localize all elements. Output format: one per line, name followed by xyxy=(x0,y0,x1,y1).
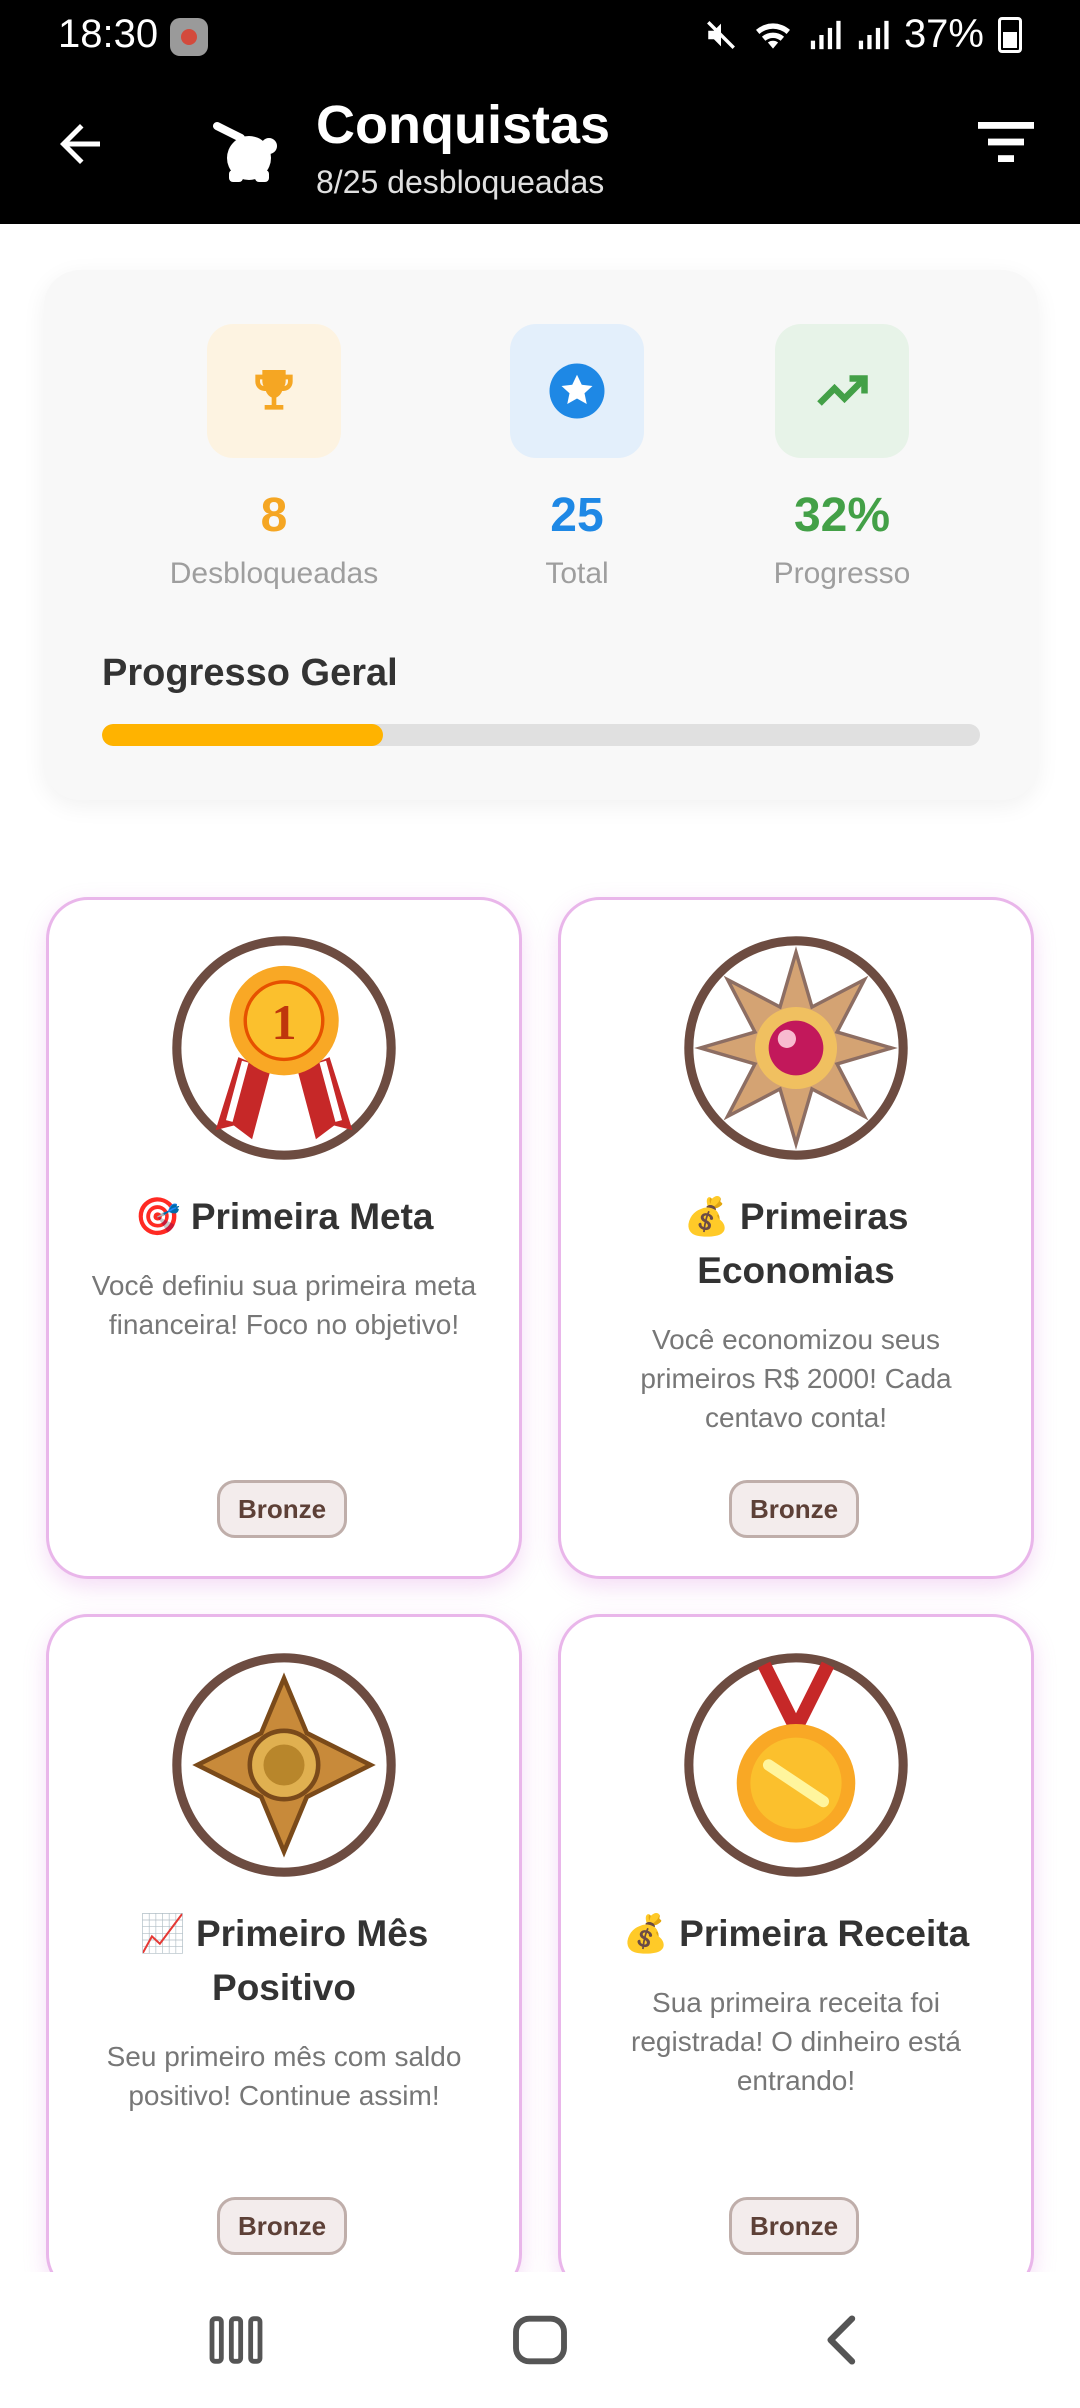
wifi-icon xyxy=(755,22,790,49)
trophy-icon xyxy=(207,324,341,458)
achievement-card[interactable]: 💰 Primeira Receita Sua primeira receita … xyxy=(558,1614,1034,2296)
star-badge-icon xyxy=(510,324,644,458)
back-nav-icon[interactable] xyxy=(812,2308,876,2372)
achievement-description: Seu primeiro mês com saldo positivo! Con… xyxy=(106,2041,462,2111)
tier-badge: Bronze xyxy=(217,1480,347,1538)
target-emoji-icon: 🎯 xyxy=(134,1196,181,1237)
money-bag-emoji-icon: 💰 xyxy=(622,1913,669,1954)
achievement-title: 💰 Primeira Receita xyxy=(622,1913,970,1954)
stat-value: 8 xyxy=(260,489,288,542)
status-time: 18:30 xyxy=(58,12,159,56)
achievement-card[interactable]: 💰 Primeiras Economias Você economizou se… xyxy=(558,897,1034,1579)
system-nav-bar xyxy=(0,2272,1080,2408)
stat-unlocked: 8 Desbloqueadas xyxy=(144,324,404,591)
page-subtitle: 8/25 desbloqueadas xyxy=(316,164,605,200)
star-medal-icon xyxy=(684,936,908,1160)
achievement-card[interactable]: 📈 Primeiro Mês Positivo Seu primeiro mês… xyxy=(46,1614,522,2296)
achievement-title: 📈 Primeiro Mês Positivo xyxy=(139,1913,429,2008)
stat-value: 32% xyxy=(793,489,891,542)
back-arrow-icon[interactable] xyxy=(50,114,110,174)
svg-text:1: 1 xyxy=(271,994,296,1050)
signal-icon xyxy=(810,20,841,49)
tier-badge: Bronze xyxy=(729,1480,859,1538)
achievement-description: Você definiu sua primeira meta financeir… xyxy=(91,1270,477,1340)
chart-emoji-icon: 📈 xyxy=(139,1913,186,1954)
stat-label: Progresso xyxy=(773,557,911,590)
home-icon[interactable] xyxy=(508,2308,572,2372)
app-bar: Conquistas 8/25 desbloqueadas xyxy=(0,72,1080,224)
money-bag-emoji-icon: 💰 xyxy=(683,1196,730,1237)
progress-bar xyxy=(102,724,980,746)
achievement-title: 💰 Primeiras Economias xyxy=(683,1196,909,1291)
filter-icon[interactable] xyxy=(978,120,1034,164)
battery-icon xyxy=(998,16,1022,53)
mute-icon xyxy=(706,20,735,49)
signal-icon-2 xyxy=(858,20,889,49)
stat-label: Desbloqueadas xyxy=(169,557,379,590)
gold-medal-icon xyxy=(684,1653,908,1877)
progress-title: Progresso Geral xyxy=(102,652,398,694)
app-logo-icon xyxy=(213,122,277,182)
progress-bar-fill xyxy=(102,724,383,746)
achievement-title: 🎯 Primeira Meta xyxy=(134,1196,434,1237)
status-icons: 37% xyxy=(704,12,1022,57)
notification-app-icon xyxy=(170,18,208,56)
status-bar: 18:30 37% xyxy=(0,0,1080,72)
summary-card: 8 Desbloqueadas 25 Total 32% Progresso P… xyxy=(44,270,1038,800)
tier-badge: Bronze xyxy=(217,2197,347,2255)
cross-medal-icon xyxy=(172,1653,396,1877)
stat-progress: 32% Progresso xyxy=(712,324,972,591)
trending-up-icon xyxy=(775,324,909,458)
achievement-description: Você economizou seus primeiros R$ 2000! … xyxy=(640,1324,952,1433)
battery-percent: 37% xyxy=(903,12,984,56)
page-title: Conquistas xyxy=(316,95,611,155)
stat-label: Total xyxy=(545,557,609,590)
stat-value: 25 xyxy=(550,489,604,542)
achievement-card[interactable]: 1 🎯 Primeira Meta Você definiu sua prime… xyxy=(46,897,522,1579)
tier-badge: Bronze xyxy=(729,2197,859,2255)
ribbon-medal-icon: 1 xyxy=(172,936,396,1160)
achievement-description: Sua primeira receita foi registrada! O d… xyxy=(631,1987,961,2096)
stat-total: 25 Total xyxy=(447,324,707,591)
recent-apps-icon[interactable] xyxy=(204,2308,268,2372)
